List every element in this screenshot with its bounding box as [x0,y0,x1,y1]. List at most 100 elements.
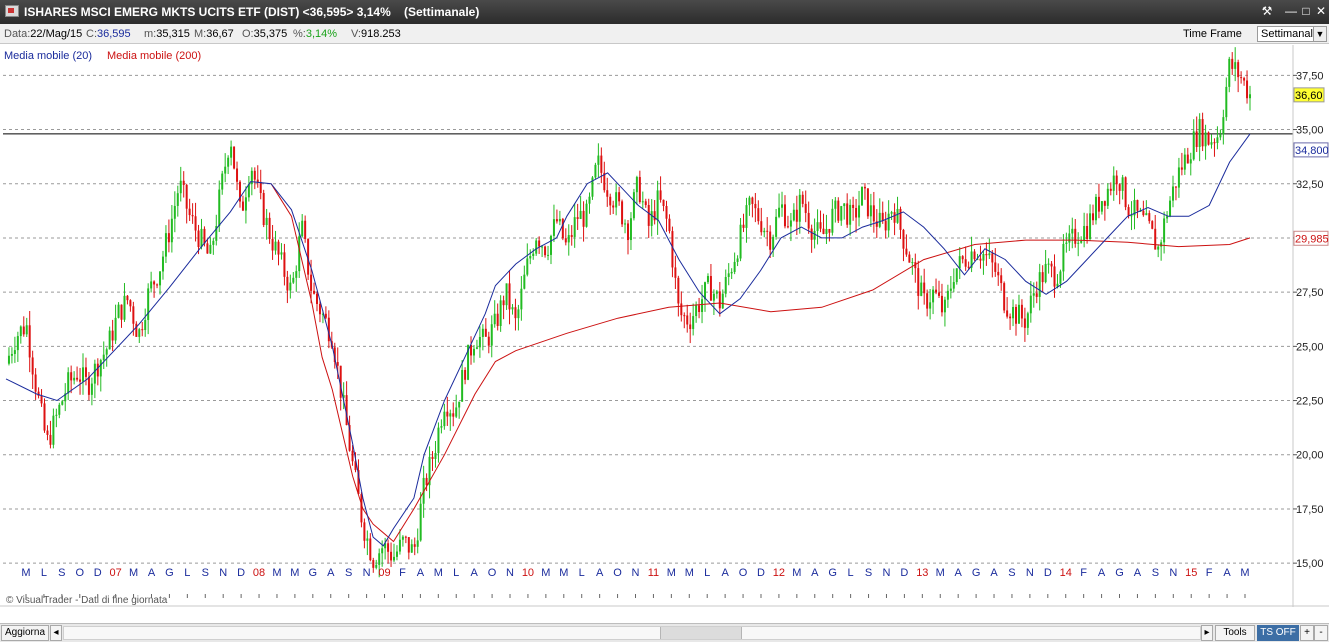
candle-body [840,206,843,221]
zoom-in-button[interactable]: + [1300,625,1314,641]
candle-body [505,283,508,306]
x-tick-label: M [541,567,550,579]
chevron-down-icon[interactable]: ▼ [1313,27,1326,41]
candle-body [701,299,704,313]
candle-body [49,434,52,445]
candle-body [612,205,615,208]
candle-body [997,271,1000,276]
candle-body [1243,78,1246,81]
scroll-thumb[interactable] [660,627,742,639]
candle-body [437,427,440,454]
candle-body [665,205,668,219]
x-tick-label: S [58,567,65,579]
candle-body [1017,304,1020,324]
candle-body [410,544,413,553]
candle-body [1032,293,1035,296]
candle-body [173,205,176,219]
candle-body [114,317,117,341]
candle-body [286,276,289,291]
candle-body [1169,200,1172,217]
candle-body [87,376,90,395]
candle-body [520,288,523,310]
x-tick-label: G [828,567,837,579]
candle-body [961,256,964,260]
candle-body [526,258,529,275]
x-tick-label: G [165,567,174,579]
x-tick-label: 12 [773,567,785,579]
candle-body [1136,200,1139,211]
x-tick-label: M [667,567,676,579]
candle-body [413,544,416,547]
candle-body [366,538,369,541]
candle-body [988,253,991,256]
candle-body [745,205,748,228]
tools-button[interactable]: Tools [1215,625,1255,641]
candle-body [1157,246,1160,250]
candle-body [280,252,283,255]
scroll-right-icon[interactable]: ▸ [1201,625,1213,641]
candle-body [600,155,603,173]
x-tick-label: M [129,567,138,579]
x-tick-label: L [704,567,710,579]
candle-body [274,241,277,251]
candle-body [831,208,834,233]
x-tick-label: A [417,567,425,579]
candle-body [1106,188,1109,206]
time-frame-button[interactable]: Time Frame [1183,28,1242,40]
candle-body [659,190,662,200]
ma20-legend: Media mobile (20) [4,50,92,62]
timeframe-title: (Settimanale) [404,5,480,19]
minimize-icon[interactable]: — [1283,3,1299,20]
maximize-icon[interactable]: □ [1298,3,1314,20]
tools-icon[interactable]: ⚒ [1259,3,1275,20]
candle-body [863,186,866,189]
candle-body [1228,58,1231,87]
close-icon[interactable]: ✕ [1313,3,1329,20]
candle-body [96,363,99,377]
candle-body [1204,132,1207,147]
candle-body [1003,283,1006,311]
candle-body [1171,186,1174,201]
last-price-label: 36,60 [1295,90,1323,102]
price-chart[interactable]: 37,5035,0032,5030,0027,5025,0022,5020,00… [0,45,1329,607]
ts-off-button[interactable]: TS OFF [1257,625,1299,641]
candle-body [958,256,961,269]
x-tick-label: A [1134,567,1142,579]
candle-body [212,240,215,245]
candle-body [555,219,558,222]
x-tick-label: A [721,567,729,579]
refresh-button[interactable]: Aggiorna [1,625,49,641]
candle-body [935,289,938,293]
candle-body [218,189,221,227]
timeframe-select[interactable]: Settimanale ▼ [1257,26,1327,42]
candle-body [819,222,822,229]
candle-body [313,290,316,294]
price-axis: 37,5035,0032,5030,0027,5025,0022,5020,00… [1293,70,1329,570]
scroll-track[interactable] [63,626,1201,640]
candle-body [585,203,588,227]
zoom-out-button[interactable]: - [1314,625,1328,641]
candle-body [82,367,85,382]
x-tick-label: 11 [648,567,659,579]
candle-body [271,238,274,251]
candle-body [431,456,434,459]
scroll-left-icon[interactable]: ◂ [50,625,62,641]
x-tick-label: A [990,567,998,579]
candle-body [686,315,689,325]
candle-body [1047,263,1050,265]
candle-body [1160,242,1163,247]
candle-body [896,208,899,223]
date-value: 22/Mag/15 [30,28,83,40]
candle-body [991,253,994,263]
candle-body [1041,272,1044,283]
candle-body [1083,225,1086,241]
candle-body [1035,293,1038,297]
close-label: C: [86,28,97,40]
candle-body [28,325,31,358]
time-axis: M L S O D 07 M A G L S N D 08 M M G A S N 09 F A M L A O N 10 M M L A O N 1… [21,567,1250,598]
x-tick-label: D [900,567,908,579]
candle-body [262,193,265,226]
candle-body [244,197,247,211]
candle-body [792,209,795,221]
candle-body [852,204,855,208]
